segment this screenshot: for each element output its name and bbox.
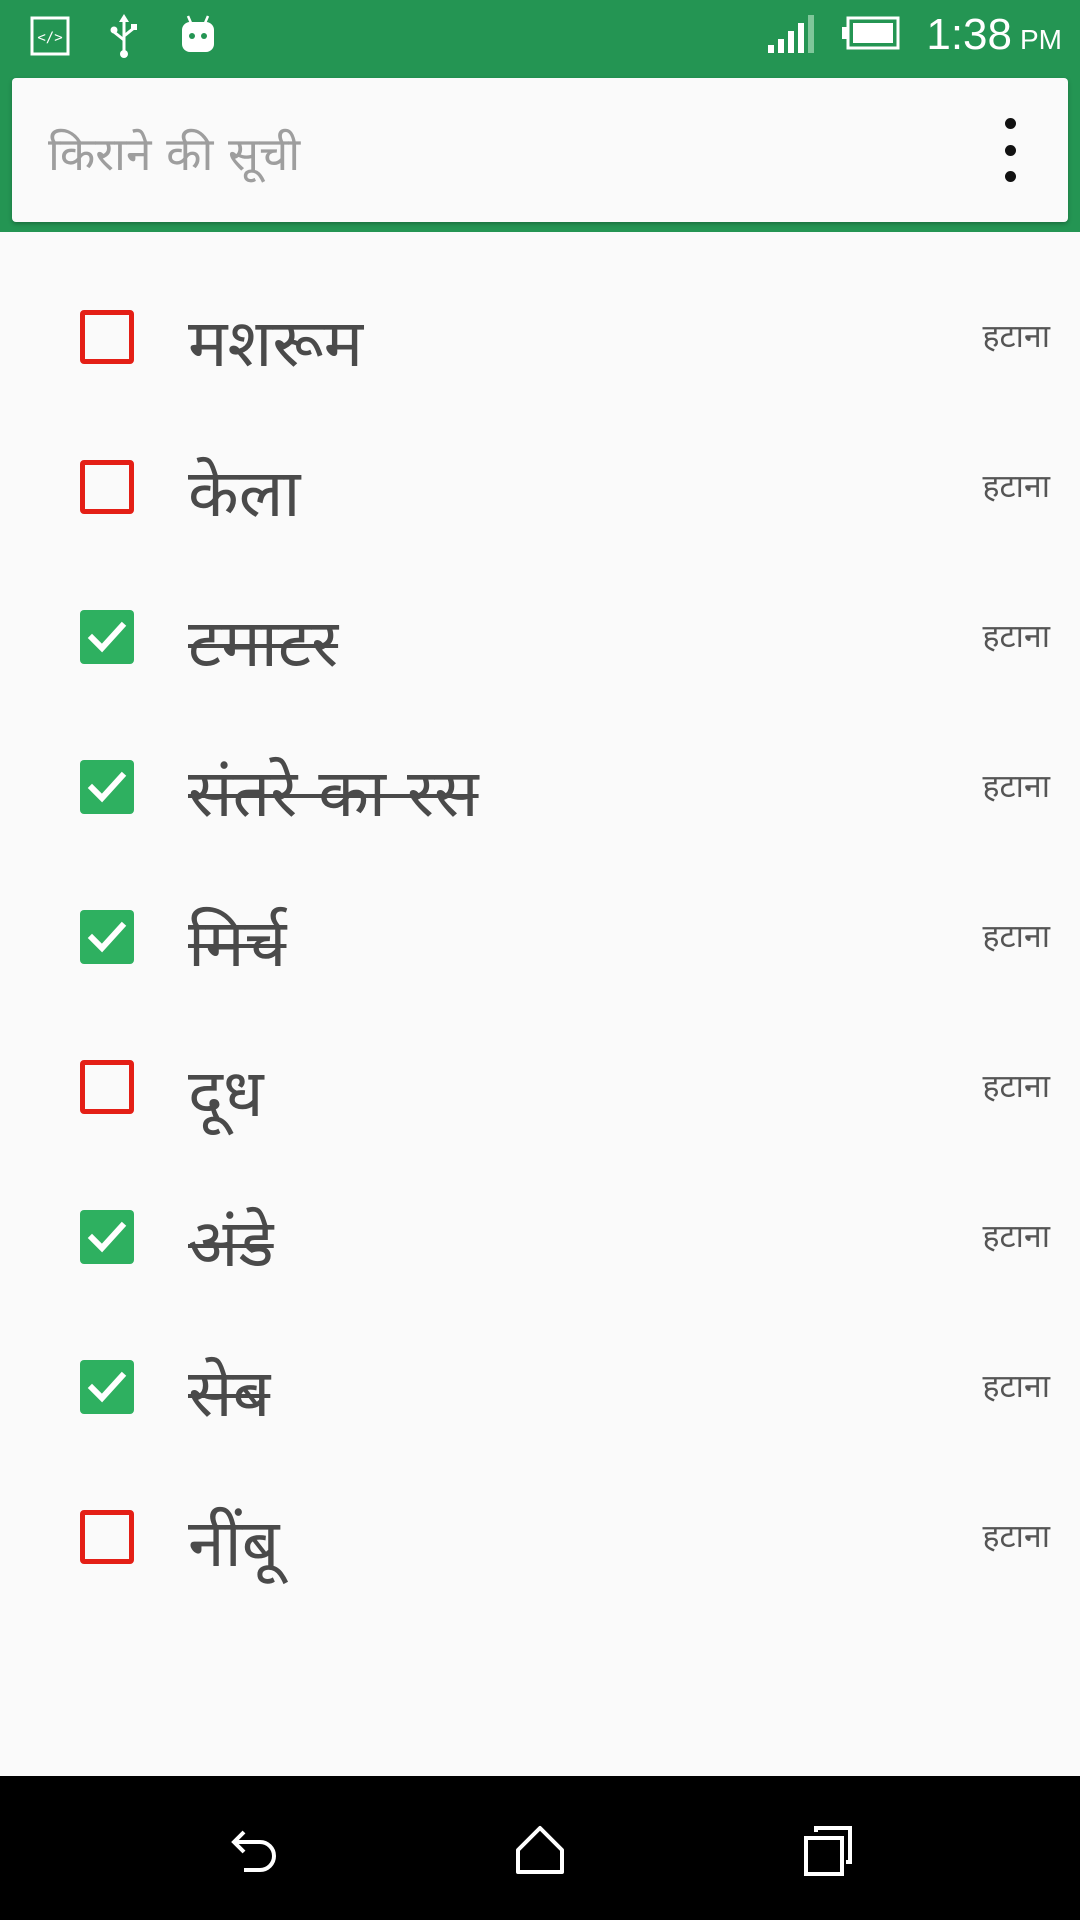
menu-dot xyxy=(1004,144,1016,156)
checkbox-unchecked[interactable] xyxy=(80,1510,134,1564)
remove-button[interactable]: हटाना xyxy=(983,314,1050,357)
checkbox-unchecked[interactable] xyxy=(80,1060,134,1114)
item-label[interactable]: अंडे xyxy=(188,1196,274,1286)
item-label[interactable]: संतरे का रस xyxy=(188,746,479,836)
remove-button[interactable]: हटाना xyxy=(983,764,1050,807)
checkbox-checked[interactable] xyxy=(80,760,134,814)
checkbox-checked[interactable] xyxy=(80,910,134,964)
status-bar: </> 1:38 PM xyxy=(0,0,1080,76)
list-item: टमाटर हटाना xyxy=(0,538,1080,688)
checkbox-unchecked[interactable] xyxy=(80,310,134,364)
list-item: दूध हटाना xyxy=(0,988,1080,1138)
check-icon xyxy=(87,1221,127,1253)
usb-icon xyxy=(106,14,142,62)
menu-dot xyxy=(1004,118,1016,129)
remove-button[interactable]: हटाना xyxy=(983,914,1050,957)
item-label[interactable]: नींबू xyxy=(188,1496,279,1586)
remove-button[interactable]: हटाना xyxy=(983,464,1050,507)
checkbox-unchecked[interactable] xyxy=(80,460,134,514)
item-label[interactable]: सेब xyxy=(188,1346,270,1436)
clock: 1:38 PM xyxy=(926,10,1062,60)
back-icon[interactable] xyxy=(222,1820,282,1880)
item-label[interactable]: मशरूम xyxy=(188,296,363,386)
checkbox-checked[interactable] xyxy=(80,1210,134,1264)
code-icon: </> xyxy=(30,16,70,60)
checkbox-checked[interactable] xyxy=(80,1360,134,1414)
item-label[interactable]: टमाटर xyxy=(188,596,338,686)
clock-ampm: PM xyxy=(1020,24,1062,55)
android-icon xyxy=(178,14,218,62)
item-label[interactable]: दूध xyxy=(188,1046,264,1136)
list-item: मिर्च हटाना xyxy=(0,838,1080,988)
home-icon[interactable] xyxy=(510,1820,570,1880)
check-icon xyxy=(87,1371,127,1403)
recents-icon[interactable] xyxy=(798,1820,858,1880)
list-item: केला हटाना xyxy=(0,388,1080,538)
list-item: मशरूम हटाना xyxy=(0,238,1080,388)
list-item: अंडे हटाना xyxy=(0,1138,1080,1288)
check-icon xyxy=(87,921,127,953)
nav-bar xyxy=(0,1776,1080,1920)
search-input-placeholder[interactable]: किराने की सूची xyxy=(48,122,300,184)
remove-button[interactable]: हटाना xyxy=(983,1214,1050,1257)
list-item: नींबू हटाना xyxy=(0,1438,1080,1588)
search-box[interactable]: किराने की सूची xyxy=(12,78,1068,222)
list-item: संतरे का रस हटाना xyxy=(0,688,1080,838)
svg-text:</>: </> xyxy=(37,30,62,46)
grocery-list: मशरूम हटाना केला हटाना टमाटर हटाना संतरे का रस… xyxy=(0,238,1080,1588)
battery-icon xyxy=(842,16,900,54)
menu-dot xyxy=(1004,171,1016,182)
check-icon xyxy=(87,771,127,803)
signal-icon xyxy=(768,13,816,57)
remove-button[interactable]: हटाना xyxy=(983,1364,1050,1407)
item-label[interactable]: मिर्च xyxy=(188,896,286,986)
list-item: सेब हटाना xyxy=(0,1288,1080,1438)
check-icon xyxy=(87,621,127,653)
item-label[interactable]: केला xyxy=(188,446,301,536)
checkbox-checked[interactable] xyxy=(80,610,134,664)
clock-time: 1:38 xyxy=(926,10,1012,59)
remove-button[interactable]: हटाना xyxy=(983,1064,1050,1107)
remove-button[interactable]: हटाना xyxy=(983,1514,1050,1557)
remove-button[interactable]: हटाना xyxy=(983,614,1050,657)
more-vert-icon[interactable] xyxy=(990,118,1030,182)
